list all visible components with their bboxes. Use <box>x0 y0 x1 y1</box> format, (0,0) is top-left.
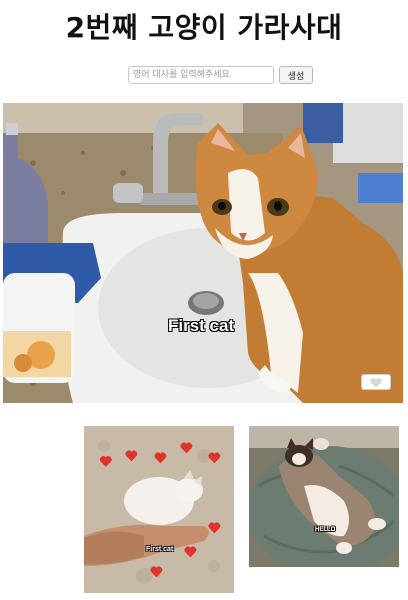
heart-icon <box>370 377 382 387</box>
caption-input[interactable] <box>128 66 274 84</box>
caption-form: 생성 <box>0 66 408 86</box>
gallery-item-caption: First cat <box>146 546 174 553</box>
main-cat-caption: First cat <box>168 316 235 335</box>
cat-on-blanket-photo <box>249 426 399 567</box>
gallery-item-caption: HELLO <box>315 527 336 533</box>
page-title: 2번째 고양이 가라사대 <box>65 11 343 44</box>
kitten-in-hand-photo <box>84 426 234 593</box>
main-cat-photo <box>3 103 403 403</box>
main-cat-card: First cat <box>3 103 403 403</box>
gallery-item[interactable]: First cat <box>84 426 234 593</box>
gallery-item[interactable]: HELLO <box>249 426 399 567</box>
like-button[interactable] <box>361 374 391 390</box>
generate-button[interactable]: 생성 <box>279 66 313 84</box>
